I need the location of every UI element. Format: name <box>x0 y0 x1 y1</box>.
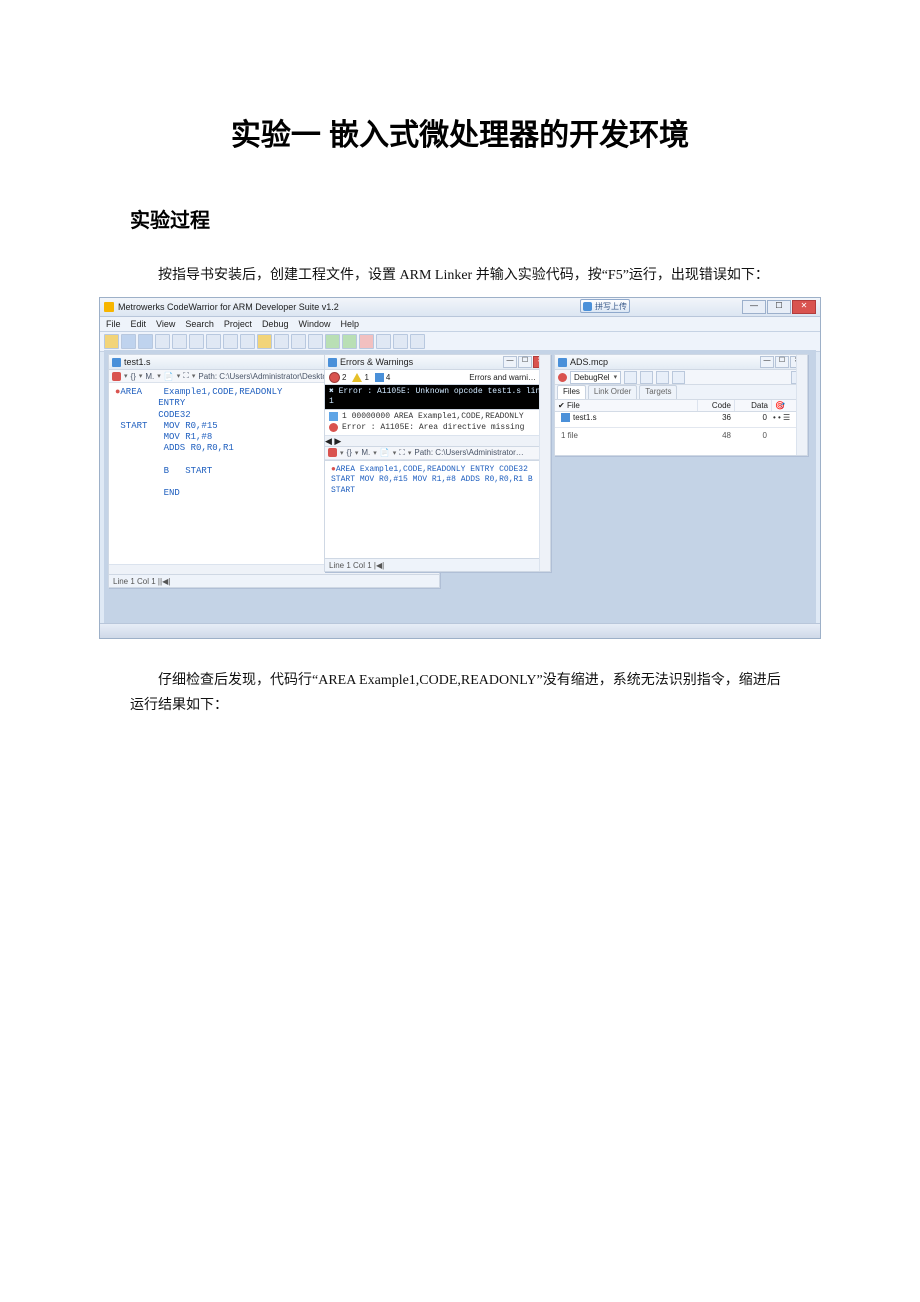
toolbar-button[interactable] <box>121 334 136 349</box>
info-count[interactable]: 4 <box>375 373 390 382</box>
errors-vscroll[interactable] <box>539 355 550 571</box>
info-icon <box>375 373 384 382</box>
toolbar-button[interactable] <box>308 334 323 349</box>
warning-icon <box>352 373 362 382</box>
main-toolbar <box>100 332 820 352</box>
section-heading: 实验过程 <box>130 204 790 233</box>
menu-edit[interactable]: Edit <box>131 319 147 329</box>
toolbar-button[interactable] <box>206 334 221 349</box>
errors-list[interactable]: ✖ Error : A1105E: Unknown opcode test1.s… <box>325 385 550 409</box>
menu-view[interactable]: View <box>156 319 175 329</box>
document-icon <box>112 358 121 367</box>
error-count[interactable]: 2 <box>329 372 346 383</box>
paragraph-2a: 仔细检查后发现，代码行“AREA Example1,CODE,READONLY”… <box>130 668 790 718</box>
toolbar-button[interactable] <box>376 334 391 349</box>
project-button[interactable] <box>624 371 637 384</box>
warn-count[interactable]: 1 <box>352 373 368 382</box>
tab-linkorder[interactable]: Link Order <box>588 385 637 399</box>
minimize-button[interactable]: — <box>742 300 766 314</box>
errors-lower-toolbar: ▾ {}▾ M.▾ 📄▾ ⛶▾ Path: C:\Users\Administr… <box>325 446 550 460</box>
project-vscroll[interactable] <box>796 355 807 455</box>
note-icon <box>329 412 338 421</box>
menu-file[interactable]: File <box>106 319 121 329</box>
project-summary-row: 1 file 48 0 <box>555 427 807 441</box>
project-tabs: Files Link Order Targets <box>555 385 807 400</box>
project-min-button[interactable]: — <box>760 356 774 368</box>
project-button[interactable] <box>672 371 685 384</box>
menu-project[interactable]: Project <box>224 319 252 329</box>
editor-filename: test1.s <box>124 357 151 367</box>
errors-titlebar[interactable]: Errors & Warnings — ☐ ✕ <box>325 355 550 370</box>
toolbar-button[interactable] <box>189 334 204 349</box>
project-titlebar[interactable]: ADS.mcp — ☐ ✕ <box>555 355 807 370</box>
toolbar-button[interactable] <box>223 334 238 349</box>
menubar: File Edit View Search Project Debug Wind… <box>100 317 820 332</box>
menu-debug[interactable]: Debug <box>262 319 289 329</box>
toolbar-button[interactable] <box>172 334 187 349</box>
file-icon <box>561 413 570 422</box>
project-title: ADS.mcp <box>570 357 608 367</box>
project-toolbar: DebugRel▾ <box>555 370 807 385</box>
ime-float-button[interactable]: 拼写上传 <box>580 299 630 313</box>
errors-filter: Errors and warni… <box>469 373 536 382</box>
target-icon <box>558 373 567 382</box>
errors-icon <box>328 358 337 367</box>
breakpoint-icon[interactable] <box>328 448 337 457</box>
maximize-button[interactable]: ☐ <box>767 300 791 314</box>
toolbar-button[interactable] <box>291 334 306 349</box>
toolbar-button[interactable] <box>325 334 340 349</box>
app-title: Metrowerks CodeWarrior for ARM Developer… <box>118 302 339 312</box>
window-controls: — ☐ ✕ <box>742 300 816 314</box>
toolbar-button[interactable] <box>342 334 357 349</box>
menu-help[interactable]: Help <box>340 319 359 329</box>
toolbar-button[interactable] <box>410 334 425 349</box>
toolbar-button[interactable] <box>138 334 153 349</box>
errors-status: Line 1 Col 1 |◀| <box>325 558 550 571</box>
project-max-button[interactable]: ☐ <box>775 356 789 368</box>
toolbar-button[interactable] <box>240 334 255 349</box>
app-titlebar: Metrowerks CodeWarrior for ARM Developer… <box>100 298 820 317</box>
breakpoint-icon[interactable] <box>112 372 121 381</box>
toolbar-button[interactable] <box>155 334 170 349</box>
codewarrior-app: Metrowerks CodeWarrior for ARM Developer… <box>100 298 820 638</box>
close-button[interactable]: ✕ <box>792 300 816 314</box>
toolbar-button[interactable] <box>257 334 272 349</box>
errors-hscroll[interactable]: ◀ ▶ <box>325 435 550 446</box>
errors-window: Errors & Warnings — ☐ ✕ 2 1 4 Errors and… <box>324 354 551 572</box>
project-headers: ✔ File Code Data 🎯 <box>555 400 807 412</box>
toolbar-button[interactable] <box>393 334 408 349</box>
doc-title: 实验一 嵌入式微处理器的开发环境 <box>130 110 790 154</box>
codewarrior-icon <box>104 302 114 312</box>
menu-search[interactable]: Search <box>185 319 214 329</box>
ime-label: 拼写上传 <box>595 301 627 312</box>
errors-lower-path: Path: C:\Users\Administrator\...\test1.s <box>414 448 524 457</box>
errors-title: Errors & Warnings <box>340 357 413 367</box>
toolbar-button[interactable] <box>104 334 119 349</box>
project-button[interactable] <box>656 371 669 384</box>
app-taskbar <box>100 623 820 638</box>
target-dropdown[interactable]: DebugRel▾ <box>570 371 621 384</box>
ime-icon <box>583 302 592 311</box>
toolbar-button[interactable] <box>359 334 374 349</box>
toolbar-button[interactable] <box>274 334 289 349</box>
mdi-workspace: test1.s — ☐ ✕ ▾ {}▾ M.▾ 📄▾ ⛶▾ Path: C:\U… <box>104 350 816 624</box>
project-file-row[interactable]: test1.s 36 0 • • ☰ <box>555 412 807 423</box>
paragraph-1: 按指导书安装后，创建工程文件，设置 ARM Linker 并输入实验代码，按“F… <box>130 263 790 288</box>
errors-max-button[interactable]: ☐ <box>518 356 532 368</box>
editor-status: Line 1 Col 1 ||◀| <box>109 574 439 587</box>
errors-detail: 1 00000000 AREA Example1,CODE,READONLY E… <box>325 409 550 435</box>
project-window: ADS.mcp — ☐ ✕ DebugRel▾ <box>554 354 808 456</box>
project-button[interactable] <box>640 371 653 384</box>
menu-window[interactable]: Window <box>298 319 330 329</box>
errors-code-preview[interactable]: ●AREA Example1,CODE,READONLY ENTRY CODE3… <box>325 460 550 500</box>
tab-files[interactable]: Files <box>557 385 586 399</box>
error-icon <box>329 423 338 432</box>
tab-targets[interactable]: Targets <box>639 385 677 399</box>
error-icon <box>329 372 340 383</box>
project-icon <box>558 358 567 367</box>
errors-min-button[interactable]: — <box>503 356 517 368</box>
